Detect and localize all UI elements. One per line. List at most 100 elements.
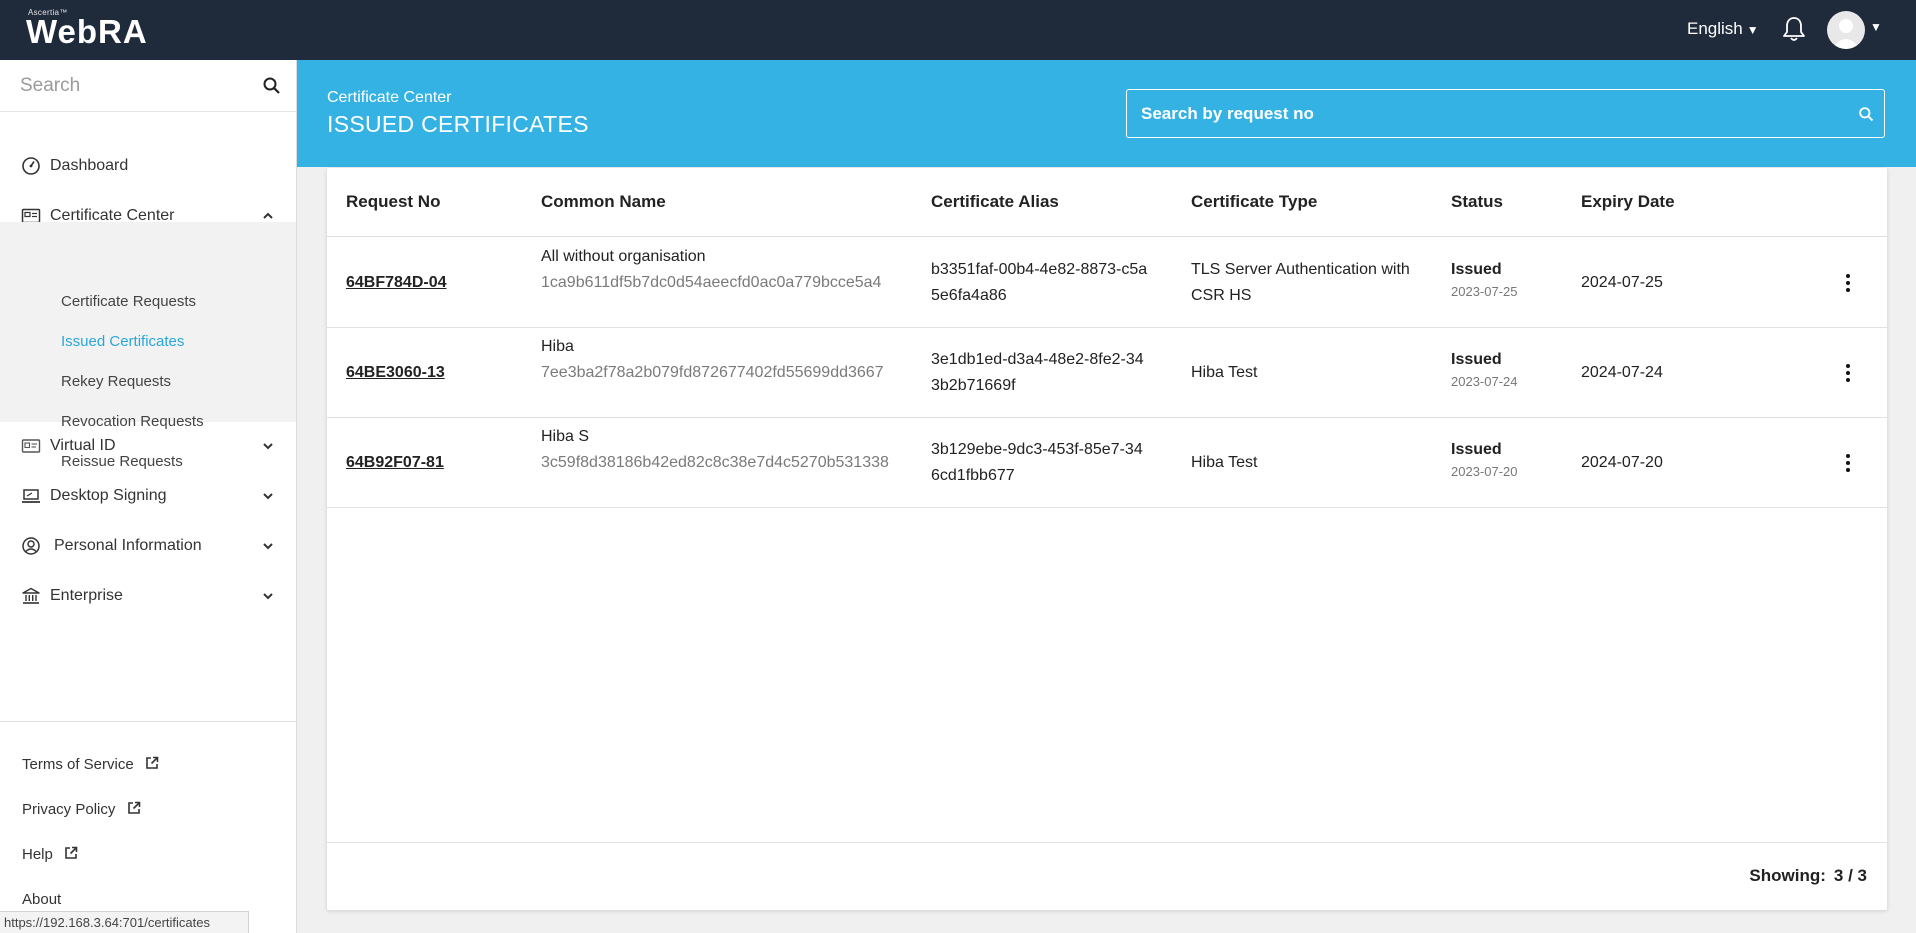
certificates-table: Request No Common Name Certificate Alias…: [327, 168, 1887, 910]
external-link-icon: [127, 801, 140, 814]
request-no-link[interactable]: 64B92F07-81: [346, 450, 444, 476]
user-silhouette-icon: [1832, 19, 1860, 49]
about-link[interactable]: About: [22, 891, 61, 908]
sidebar-search-input[interactable]: [20, 73, 250, 99]
bell-icon[interactable]: [1779, 14, 1809, 44]
sidebar-item-label: Dashboard: [50, 157, 129, 174]
logo[interactable]: Ascertia™ WebRA: [26, 8, 148, 48]
common-name: All without organisation: [541, 248, 706, 265]
chevron-down-icon: [263, 543, 273, 550]
avatar[interactable]: [1827, 11, 1865, 49]
sidebar-subitem-issued-certificates[interactable]: Issued Certificates: [61, 333, 184, 350]
chevron-up-icon: [263, 212, 273, 219]
request-no-link[interactable]: 64BF784D-04: [346, 270, 447, 296]
status-badge: Issued: [1451, 351, 1502, 368]
external-link-icon: [146, 756, 159, 769]
showing-label: Showing:: [1749, 866, 1826, 885]
column-header-request-no: Request No: [346, 192, 441, 211]
sidebar-search: [0, 60, 296, 112]
table-footer-divider: [327, 842, 1887, 843]
page-banner: Certificate Center ISSUED CERTIFICATES: [297, 60, 1916, 167]
top-bar: Ascertia™ WebRA English ▼ ▼: [0, 0, 1916, 60]
footer-link-label: Help: [22, 846, 53, 863]
bank-icon: [22, 587, 40, 604]
more-options-icon[interactable]: [1836, 271, 1860, 295]
table-header: Request No Common Name Certificate Alias…: [327, 168, 1887, 237]
column-header-common-name: Common Name: [541, 192, 666, 211]
sidebar-subitem-certificate-requests[interactable]: Certificate Requests: [61, 293, 196, 310]
language-selector[interactable]: English ▼: [1687, 19, 1759, 39]
request-search-box[interactable]: [1126, 89, 1885, 138]
chevron-down-icon: [263, 493, 273, 500]
status-date: 2023-07-20: [1451, 464, 1518, 479]
common-name-hash: 3c59f8d38186b42ed82c8c38e7d4c5270b531338: [541, 454, 889, 471]
status-bar-url: https://192.168.3.64:701/certificates: [0, 911, 249, 933]
sidebar-item-personal-information[interactable]: Personal Information: [0, 526, 296, 566]
breadcrumb[interactable]: Certificate Center: [327, 89, 452, 107]
sidebar-item-label: Personal Information: [54, 537, 202, 554]
certificate-alias: b3351faf-00b4-4e82-8873-c5a5e6fa4a86: [931, 261, 1148, 304]
common-name-hash: 1ca9b611df5b7dc0d54aeecfd0ac0a779bcce5a4: [541, 274, 882, 291]
status-cell: Issued 2023-07-25: [1451, 257, 1518, 301]
sidebar: Dashboard Certificate Center Certificate…: [0, 60, 297, 933]
desktop-icon: [22, 489, 40, 503]
certificate-alias: 3e1db1ed-d3a4-48e2-8fe2-343b2b71669f: [931, 351, 1144, 394]
common-name-hash: 7ee3ba2f78a2b079fd872677402fd55699dd3667: [541, 364, 884, 381]
footer-link-label: About: [22, 891, 62, 908]
sidebar-item-label: Enterprise: [50, 587, 123, 604]
pagination-summary: Showing: 3 / 3: [1749, 866, 1867, 886]
caret-down-icon[interactable]: ▼: [1870, 20, 1882, 34]
chevron-down-icon: [263, 443, 273, 450]
sidebar-divider: [0, 721, 296, 722]
id-card-icon: [21, 439, 41, 453]
dashboard-icon: [22, 157, 40, 175]
table-row: 64B92F07-81 Hiba S 3c59f8d38186b42ed82c8…: [327, 418, 1887, 508]
help-link[interactable]: Help: [22, 846, 78, 863]
more-options-icon[interactable]: [1836, 451, 1860, 475]
page-title: ISSUED CERTIFICATES: [327, 111, 589, 137]
expiry-date: 2024-07-20: [1581, 454, 1663, 471]
table-row: 64BF784D-04 All without organisation 1ca…: [327, 238, 1887, 328]
certificate-center-submenu: Certificate Requests Issued Certificates…: [0, 222, 296, 470]
sidebar-item-desktop-signing[interactable]: Desktop Signing: [0, 476, 296, 516]
expiry-date: 2024-07-24: [1581, 364, 1663, 381]
privacy-policy-link[interactable]: Privacy Policy: [22, 801, 141, 818]
chevron-down-icon: [263, 593, 273, 600]
expiry-date: 2024-07-25: [1581, 274, 1663, 291]
more-options-icon[interactable]: [1836, 361, 1860, 385]
status-badge: Issued: [1451, 441, 1502, 458]
terms-of-service-link[interactable]: Terms of Service: [22, 756, 159, 773]
column-header-certificate-type: Certificate Type: [1191, 192, 1318, 211]
request-no-link[interactable]: 64BE3060-13: [346, 360, 445, 386]
user-circle-icon: [22, 537, 40, 555]
request-search-input[interactable]: [1141, 102, 1831, 126]
certificate-type: TLS Server Authentication with CSR HS: [1191, 261, 1410, 304]
common-name-cell: Hiba S 3c59f8d38186b42ed82c8c38e7d4c5270…: [541, 424, 891, 476]
certificate-type: Hiba Test: [1191, 364, 1258, 381]
common-name: Hiba: [541, 338, 574, 355]
column-header-status: Status: [1451, 192, 1503, 211]
common-name-cell: All without organisation 1ca9b611df5b7dc…: [541, 244, 891, 296]
sidebar-item-label: Desktop Signing: [50, 487, 167, 504]
status-cell: Issued 2023-07-24: [1451, 347, 1518, 391]
status-date: 2023-07-25: [1451, 284, 1518, 299]
language-label: English: [1687, 19, 1743, 38]
sidebar-item-dashboard[interactable]: Dashboard: [0, 146, 296, 186]
sidebar-item-label: Virtual ID: [50, 437, 116, 454]
table-row: 64BE3060-13 Hiba 7ee3ba2f78a2b079fd87267…: [327, 328, 1887, 418]
sidebar-subitem-rekey-requests[interactable]: Rekey Requests: [61, 373, 171, 390]
search-icon[interactable]: [262, 76, 282, 96]
sidebar-item-virtual-id[interactable]: Virtual ID: [0, 426, 296, 466]
certificate-type: Hiba Test: [1191, 454, 1258, 471]
status-badge: Issued: [1451, 261, 1502, 278]
caret-down-icon: ▼: [1746, 23, 1759, 37]
status-date: 2023-07-24: [1451, 374, 1518, 389]
showing-count: 3 / 3: [1833, 866, 1867, 885]
status-cell: Issued 2023-07-20: [1451, 437, 1518, 481]
certificate-alias: 3b129ebe-9dc3-453f-85e7-346cd1fbb677: [931, 441, 1143, 484]
search-icon[interactable]: [1858, 106, 1875, 123]
external-link-icon: [65, 846, 78, 859]
sidebar-item-enterprise[interactable]: Enterprise: [0, 576, 296, 616]
footer-link-label: Terms of Service: [22, 756, 134, 773]
common-name-cell: Hiba 7ee3ba2f78a2b079fd872677402fd55699d…: [541, 334, 891, 386]
